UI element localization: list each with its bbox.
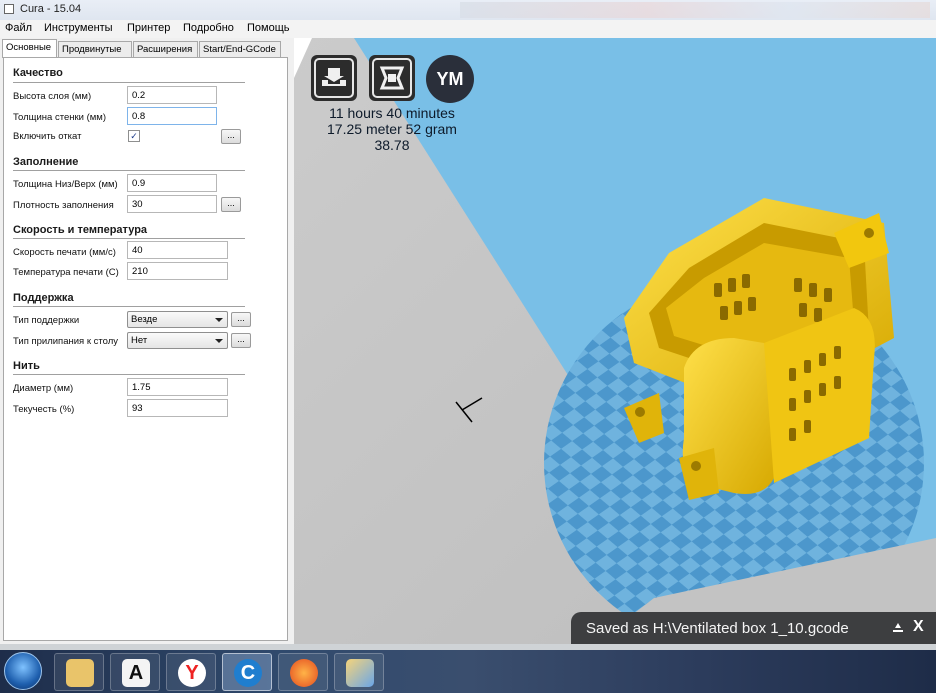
tab-advanced[interactable]: Продвинутые [58, 41, 132, 58]
support-settings-button[interactable]: ... [231, 312, 251, 327]
print-temperature-label: Температура печати (C) [13, 267, 119, 278]
ym-plugin-button[interactable]: YM [426, 55, 474, 103]
section-divider [13, 306, 245, 307]
print-speed-field[interactable]: 40 [127, 241, 228, 259]
3d-viewport[interactable]: YM 11 hours 40 minutes 17.25 meter 52 gr… [294, 38, 936, 644]
taskbar-yandex-browser[interactable]: Y [166, 653, 216, 691]
fill-settings-button[interactable]: ... [221, 197, 241, 212]
bottom-top-thickness-label: Толщина Низ/Верх (мм) [13, 179, 118, 190]
section-title-speed: Скорость и температура [13, 224, 148, 236]
tab-plugins[interactable]: Расширения [133, 41, 198, 58]
taskbar-font-viewer[interactable]: A [110, 653, 160, 691]
adhesion-settings-button[interactable]: ... [231, 333, 251, 348]
title-bar-background [460, 2, 930, 18]
load-model-icon [314, 58, 354, 98]
filament-flow-label: Текучесть (%) [13, 404, 75, 415]
menu-file[interactable]: Файл [5, 22, 32, 34]
menu-tools[interactable]: Инструменты [44, 22, 113, 34]
taskbar-firefox[interactable] [278, 653, 328, 691]
print-icon [372, 58, 412, 98]
filament-diameter-field[interactable]: 1.75 [127, 378, 228, 396]
section-divider [13, 374, 245, 375]
shell-thickness-field[interactable]: 0.8 [127, 107, 217, 125]
start-orb[interactable] [4, 652, 42, 690]
material-usage: 17.25 meter 52 gram [327, 121, 457, 137]
section-title-support: Поддержка [13, 292, 74, 304]
print-speed-label: Скорость печати (мм/с) [13, 247, 116, 258]
filament-diameter-label: Диаметр (мм) [13, 383, 74, 394]
section-title-quality: Качество [13, 67, 63, 79]
file-explorer-icon [66, 659, 94, 687]
yandex-browser-icon: Y [178, 659, 206, 687]
section-title-fill: Заполнение [13, 156, 79, 168]
saved-message: Saved as H:\Ventilated box 1_10.gcode [586, 620, 849, 637]
settings-panel: Основные Продвинутые Расширения Start/En… [0, 38, 292, 644]
eject-icon[interactable] [891, 621, 905, 635]
filament-flow-field[interactable]: 93 [127, 399, 228, 417]
platform-adhesion-select[interactable]: Нет [127, 332, 228, 349]
layer-height-label: Высота слоя (мм) [13, 91, 92, 102]
close-notification-button[interactable]: X [913, 618, 924, 636]
print-temperature-field[interactable]: 210 [127, 262, 228, 280]
section-divider [13, 170, 245, 171]
print-button[interactable] [369, 55, 415, 101]
retraction-checkbox[interactable]: ✓ [128, 130, 140, 142]
title-bar: Cura - 15.04 [0, 0, 936, 20]
checkmark-icon: ✓ [130, 131, 138, 141]
font-viewer-icon: A [122, 659, 150, 687]
windows-taskbar: A Y C [0, 644, 936, 693]
paint-icon [346, 659, 374, 687]
dropdown-arrow-icon [215, 339, 223, 343]
tab-basic[interactable]: Основные [2, 39, 57, 58]
bottom-top-thickness-field[interactable]: 0.9 [127, 174, 217, 192]
support-type-select[interactable]: Везде [127, 311, 228, 328]
menu-bar: Файл Инструменты Принтер Подробно Помощь [0, 20, 936, 38]
menu-expert[interactable]: Подробно [183, 22, 234, 34]
saved-notification: Saved as H:\Ventilated box 1_10.gcode X [571, 612, 936, 644]
retraction-label: Включить откат [13, 131, 82, 142]
taskbar-file-explorer[interactable] [54, 653, 104, 691]
taskbar-paint[interactable] [334, 653, 384, 691]
shell-thickness-label: Толщина стенки (мм) [13, 112, 106, 123]
layer-height-field[interactable]: 0.2 [127, 86, 217, 104]
cura-app-icon [4, 4, 14, 14]
load-model-button[interactable] [311, 55, 357, 101]
platform-adhesion-value: Нет [131, 335, 148, 346]
print-time: 11 hours 40 minutes [329, 105, 455, 121]
dropdown-arrow-icon [215, 318, 223, 322]
menu-printer[interactable]: Принтер [127, 22, 170, 34]
section-divider [13, 82, 245, 83]
support-type-value: Везде [131, 314, 158, 325]
tab-page-basic: Качество Высота слоя (мм) 0.2 Толщина ст… [3, 57, 288, 641]
section-title-filament: Нить [13, 360, 40, 372]
menu-help[interactable]: Помощь [247, 22, 290, 34]
print-cost: 38.78 [374, 137, 410, 153]
retraction-settings-button[interactable]: ... [221, 129, 241, 144]
window-title: Cura - 15.04 [20, 3, 82, 15]
cura-icon: C [234, 659, 262, 687]
fill-density-label: Плотность заполнения [13, 200, 114, 211]
section-divider [13, 238, 245, 239]
taskbar-separator [0, 644, 936, 650]
support-type-label: Тип поддержки [13, 315, 80, 326]
firefox-icon [290, 659, 318, 687]
taskbar-cura[interactable]: C [222, 653, 272, 691]
platform-adhesion-label: Тип прилипания к столу [13, 336, 118, 347]
fill-density-field[interactable]: 30 [127, 195, 217, 213]
tab-start-end-gcode[interactable]: Start/End-GCode [199, 41, 281, 58]
